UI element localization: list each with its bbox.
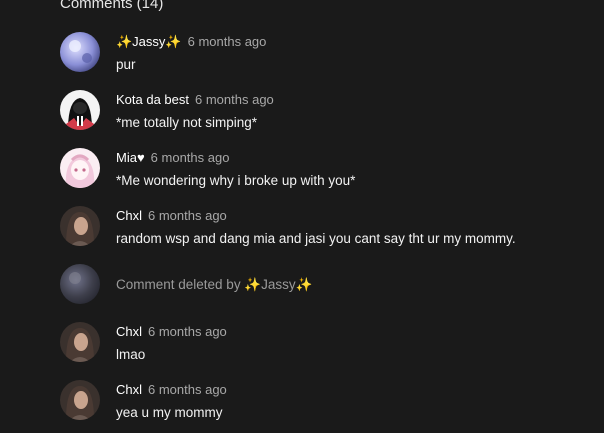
comment-timestamp: 6 months ago <box>187 34 267 49</box>
comment-text: pur <box>116 57 136 72</box>
comment-meta: Mia♥ 6 months ago <box>116 150 229 166</box>
comment-meta: ✨Jassy✨ 6 months ago <box>116 34 266 50</box>
comment-item: Chxl 6 months ago yea u my mommy <box>60 380 590 424</box>
username-link[interactable]: Mia♥ <box>116 150 145 165</box>
username-link[interactable]: Kota da best <box>116 92 189 107</box>
person-avatar-icon[interactable] <box>60 206 100 246</box>
deleted-comment-notice: Comment deleted by ✨Jassy✨ <box>116 277 313 292</box>
comment-timestamp: 6 months ago <box>148 208 227 223</box>
comment-text: yea u my mommy <box>116 405 223 420</box>
comment-timestamp: 6 months ago <box>148 382 227 397</box>
username-link[interactable]: Chxl <box>116 324 142 339</box>
comment-meta: Chxl 6 months ago <box>116 208 227 224</box>
comment-timestamp: 6 months ago <box>195 92 274 107</box>
hooded-figure-avatar-icon[interactable] <box>60 90 100 130</box>
comment-item: Chxl 6 months ago random wsp and dang mia… <box>60 206 590 250</box>
moon-avatar-icon[interactable] <box>60 32 100 72</box>
username-link[interactable]: Chxl <box>116 208 142 223</box>
comment-meta: Chxl 6 months ago <box>116 382 227 398</box>
comment-text: *Me wondering why i broke up with you* <box>116 173 356 188</box>
comment-timestamp: 6 months ago <box>148 324 227 339</box>
person-avatar-icon[interactable] <box>60 380 100 420</box>
comment-text: random wsp and dang mia and jasi you can… <box>116 231 516 246</box>
deleted-comment-item: Comment deleted by ✨Jassy✨ <box>60 264 590 308</box>
anime-girl-avatar-icon[interactable] <box>60 148 100 188</box>
comment-meta: Kota da best 6 months ago <box>116 92 274 108</box>
person-avatar-icon[interactable] <box>60 322 100 362</box>
faded-avatar-icon <box>60 264 100 304</box>
comment-text: *me totally not simping* <box>116 115 258 130</box>
username-link[interactable]: ✨Jassy✨ <box>116 34 182 49</box>
comment-text: lmao <box>116 347 146 362</box>
comments-page: Comments (14) ✨Jassy✨ 6 months ago pur K… <box>0 0 604 433</box>
username-link[interactable]: Chxl <box>116 382 142 397</box>
comment-timestamp: 6 months ago <box>150 150 230 165</box>
comments-heading: Comments (14) <box>60 0 164 12</box>
comment-meta: Chxl 6 months ago <box>116 324 227 340</box>
comment-item: ✨Jassy✨ 6 months ago pur <box>60 32 590 76</box>
comment-item: Mia♥ 6 months ago *Me wondering why i bro… <box>60 148 590 192</box>
comment-item: Kota da best 6 months ago *me totally not… <box>60 90 590 134</box>
comment-item: Chxl 6 months ago lmao <box>60 322 590 366</box>
